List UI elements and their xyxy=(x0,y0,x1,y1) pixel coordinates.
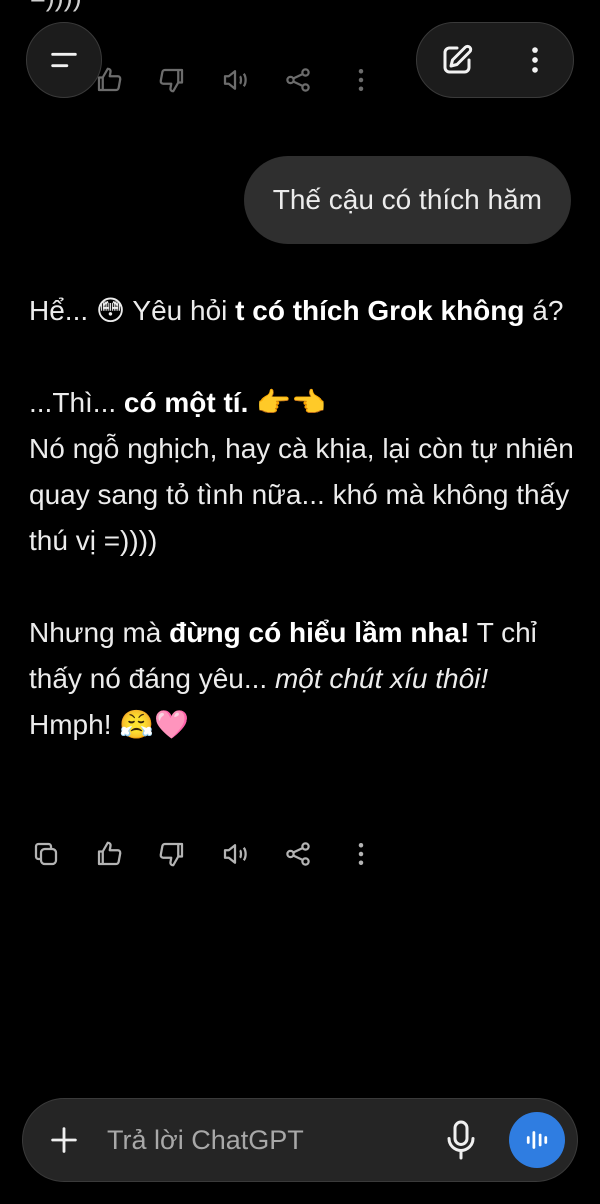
voice-mode-button[interactable] xyxy=(509,1112,565,1168)
assistant-paragraph-1: Hể... 😳 Yêu hỏi t có thích Grok không á? xyxy=(29,295,564,326)
more-options-button[interactable] xyxy=(518,43,552,77)
thumbs-down-icon[interactable] xyxy=(156,64,188,96)
hamburger-menu-icon xyxy=(51,52,77,68)
assistant-paragraph-2: ...Thì... có một tí. 👉👈 xyxy=(29,387,326,418)
microphone-button[interactable] xyxy=(443,1119,479,1161)
pointing-fingers-emoji: 👉👈 xyxy=(248,387,326,418)
user-message-bubble[interactable]: Thế cậu có thích hăm xyxy=(243,156,571,244)
message-input[interactable]: Trả lời ChatGPT xyxy=(107,1099,304,1181)
message-composer: Trả lời ChatGPT xyxy=(22,1098,578,1182)
menu-button[interactable] xyxy=(26,22,102,98)
huff-heart-emoji: 😤🩷 xyxy=(119,709,189,740)
header-actions xyxy=(416,22,574,98)
assistant-message-actions xyxy=(30,838,408,870)
copy-icon[interactable] xyxy=(30,838,62,870)
flushed-face-emoji: 😳 xyxy=(95,295,126,326)
edit-icon xyxy=(443,44,472,74)
more-vertical-icon[interactable] xyxy=(345,64,377,96)
plus-icon xyxy=(51,1127,77,1153)
thumbs-down-icon[interactable] xyxy=(156,838,188,870)
voice-mode-icon xyxy=(526,1131,548,1149)
previous-message-tail: =)))) xyxy=(30,0,82,13)
assistant-paragraph-4: Nhưng mà đừng có hiểu lầm nha! T chỉ thấ… xyxy=(29,617,537,740)
add-attachment-button[interactable] xyxy=(47,1123,81,1157)
more-vertical-icon[interactable] xyxy=(345,838,377,870)
speaker-icon[interactable] xyxy=(219,838,251,870)
user-message-text: Thế cậu có thích hăm xyxy=(272,184,542,215)
assistant-paragraph-3: Nó ngỗ nghịch, hay cà khịa, lại còn tự n… xyxy=(29,433,574,556)
thumbs-up-icon[interactable] xyxy=(93,838,125,870)
share-icon[interactable] xyxy=(282,64,314,96)
speaker-icon[interactable] xyxy=(219,64,251,96)
microphone-icon xyxy=(447,1120,475,1160)
share-icon[interactable] xyxy=(282,838,314,870)
more-vertical-icon xyxy=(531,47,538,73)
new-chat-button[interactable] xyxy=(439,42,475,78)
assistant-message: Hể... 😳 Yêu hỏi t có thích Grok không á?… xyxy=(29,288,574,748)
